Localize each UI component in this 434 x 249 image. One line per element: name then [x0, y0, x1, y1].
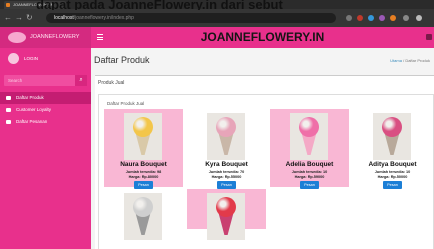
- forward-icon[interactable]: →: [15, 14, 23, 22]
- order-button[interactable]: Pesan: [383, 181, 402, 189]
- extension-icon[interactable]: [357, 15, 363, 21]
- site-title: JOANNEFLOWERY.IN: [200, 30, 325, 44]
- url-host: localhost: [54, 15, 74, 21]
- top-header: JOANNEFLOWERY.IN: [91, 27, 434, 48]
- product-name: Aditya Bouquet: [368, 161, 417, 168]
- main-content: Daftar Produk Utama / Daftar Produk Prod…: [91, 48, 434, 249]
- product-image: [124, 193, 162, 240]
- bookmark-icon[interactable]: [403, 15, 409, 21]
- sidebar-search: Search ⌕: [4, 75, 87, 86]
- product-box: Produk Jual Daftar Produk Jual Naura Bou…: [95, 75, 434, 249]
- product-image: [124, 113, 162, 160]
- product-list-title: Daftar Produk Jual: [107, 101, 145, 106]
- users-icon: [6, 108, 11, 112]
- product-image: [207, 193, 245, 240]
- sidebar-menu: Daftar Produk Customer Loyalty Daftar Pe…: [0, 92, 91, 128]
- breadcrumb-current: Daftar Produk: [405, 58, 430, 63]
- user-name: LOGIN: [24, 56, 39, 61]
- caption-text: dapat pada JoanneFlowery.in dari sebut: [36, 0, 283, 10]
- product-name: Adelia Bouquet: [285, 161, 334, 168]
- order-button[interactable]: Pesan: [134, 181, 153, 189]
- sidebar-item-daftar-produk[interactable]: Daftar Produk: [0, 92, 91, 104]
- order-button[interactable]: Pesan: [300, 181, 319, 189]
- box-title: Produk Jual: [98, 80, 125, 86]
- breadcrumb-home[interactable]: Utama: [390, 58, 402, 63]
- logo-icon: [8, 32, 26, 43]
- sidebar-item-label: Daftar Produk: [16, 95, 44, 100]
- product-card: Kyra Bouquet Jumlah tersedia: 70 Harga: Rp…: [187, 109, 266, 189]
- sidebar-item-label: Customer Loyalty: [16, 107, 52, 112]
- product-card-partial: [187, 189, 266, 240]
- page-title: Daftar Produk: [94, 55, 150, 65]
- product-name: Kyra Bouquet: [205, 161, 248, 168]
- home-icon: [6, 96, 11, 100]
- reload-icon[interactable]: ↻: [26, 14, 33, 22]
- product-image: [207, 113, 245, 160]
- product-price: Harga: Rp.50000: [377, 175, 408, 179]
- search-icon[interactable]: ⌕: [75, 75, 87, 86]
- product-price: Harga: Rp.59000: [294, 175, 325, 179]
- user-menu-icon[interactable]: [426, 34, 432, 40]
- address-bar[interactable]: localhost/joanneflowery.in/index.php: [46, 13, 336, 23]
- extension-icon[interactable]: [390, 15, 396, 21]
- product-image: [373, 113, 411, 160]
- product-price: Harga: Rp.80000: [128, 175, 159, 179]
- order-button[interactable]: Pesan: [217, 181, 236, 189]
- product-name: Naura Bouquet: [120, 161, 167, 168]
- sidebar-item-customer-loyalty[interactable]: Customer Loyalty: [0, 104, 91, 116]
- sidebar-item-daftar-pesanan[interactable]: Daftar Pesanan: [0, 116, 91, 128]
- search-input[interactable]: Search: [8, 77, 22, 84]
- brand-name: JOANNEFLOWERY: [30, 34, 80, 40]
- extension-icon[interactable]: [379, 15, 385, 21]
- profile-icon[interactable]: [416, 15, 422, 21]
- extension-icon[interactable]: [346, 15, 352, 21]
- product-card: Naura Bouquet Jumlah tersedia: 98 Harga: R…: [104, 109, 183, 189]
- product-list-box: Daftar Produk Jual Naura Bouquet Jumlah t…: [98, 94, 434, 249]
- product-price: Harga: Rp.55000: [211, 175, 242, 179]
- product-card: Adelia Bouquet Jumlah tersedia: 10 Harga: …: [270, 109, 349, 189]
- browser-toolbar: ← → ↻ localhost/joanneflowery.in/index.p…: [0, 9, 434, 27]
- product-card: Aditya Bouquet Jumlah tersedia: 10 Harga: …: [353, 109, 432, 189]
- extension-icon[interactable]: [368, 15, 374, 21]
- sidebar: JOANNEFLOWERY LOGIN Search ⌕ Daftar Prod…: [0, 27, 91, 249]
- breadcrumb: Utama / Daftar Produk: [390, 58, 430, 63]
- back-icon[interactable]: ←: [4, 14, 12, 22]
- avatar: [8, 53, 19, 64]
- url-path: /joanneflowery.in/index.php: [73, 15, 134, 21]
- product-card-partial: [104, 189, 183, 240]
- user-panel: LOGIN: [0, 48, 91, 69]
- sidebar-brand[interactable]: JOANNEFLOWERY: [0, 27, 91, 48]
- sidebar-item-label: Daftar Pesanan: [16, 119, 48, 124]
- list-icon: [6, 120, 11, 124]
- product-image: [290, 113, 328, 160]
